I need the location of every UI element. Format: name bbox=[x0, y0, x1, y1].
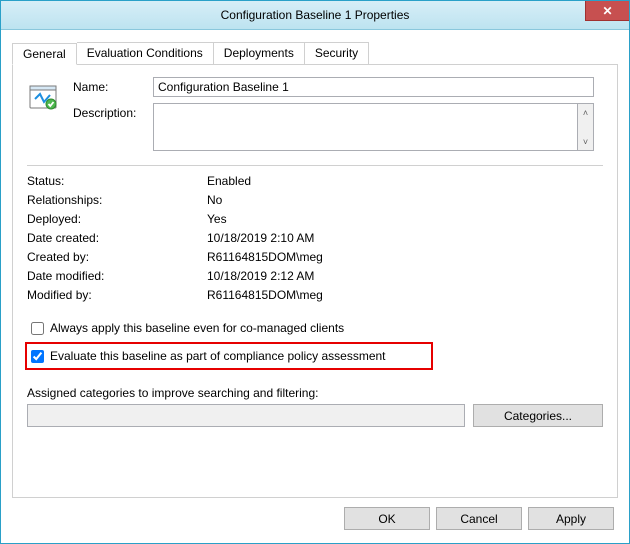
info-grid: Status: Enabled Relationships: No Deploy… bbox=[27, 174, 603, 302]
date-modified-value: 10/18/2019 2:12 AM bbox=[207, 269, 603, 283]
evaluate-compliance-row: Evaluate this baseline as part of compli… bbox=[27, 346, 427, 366]
close-button[interactable]: ✕ bbox=[585, 1, 629, 21]
window-title: Configuration Baseline 1 Properties bbox=[1, 8, 629, 22]
highlighted-option: Evaluate this baseline as part of compli… bbox=[25, 342, 433, 370]
evaluate-compliance-label: Evaluate this baseline as part of compli… bbox=[50, 349, 386, 363]
always-apply-label: Always apply this baseline even for co-m… bbox=[50, 321, 344, 335]
deployed-label: Deployed: bbox=[27, 212, 207, 226]
tab-deployments[interactable]: Deployments bbox=[214, 42, 305, 64]
status-label: Status: bbox=[27, 174, 207, 188]
deployed-value: Yes bbox=[207, 212, 603, 226]
created-by-value: R61164815DOM\meg bbox=[207, 250, 603, 264]
tab-general[interactable]: General bbox=[12, 43, 77, 65]
date-created-value: 10/18/2019 2:10 AM bbox=[207, 231, 603, 245]
modified-by-value: R61164815DOM\meg bbox=[207, 288, 603, 302]
categories-label: Assigned categories to improve searching… bbox=[27, 386, 603, 400]
tabstrip: General Evaluation Conditions Deployment… bbox=[12, 42, 618, 65]
description-textarea[interactable] bbox=[153, 103, 577, 151]
tab-panel-general: Name: Description: ˄ bbox=[12, 64, 618, 498]
name-input[interactable] bbox=[153, 77, 594, 97]
separator bbox=[27, 165, 603, 166]
apply-button[interactable]: Apply bbox=[528, 507, 614, 530]
baseline-icon bbox=[27, 81, 59, 113]
scroll-up-icon[interactable]: ˄ bbox=[578, 104, 593, 121]
close-icon: ✕ bbox=[602, 4, 612, 18]
description-label: Description: bbox=[73, 103, 153, 151]
always-apply-row: Always apply this baseline even for co-m… bbox=[27, 318, 603, 338]
categories-button[interactable]: Categories... bbox=[473, 404, 603, 427]
client-area: General Evaluation Conditions Deployment… bbox=[2, 30, 628, 542]
cancel-button[interactable]: Cancel bbox=[436, 507, 522, 530]
always-apply-checkbox[interactable] bbox=[31, 322, 44, 335]
modified-by-label: Modified by: bbox=[27, 288, 207, 302]
titlebar: Configuration Baseline 1 Properties ✕ bbox=[1, 1, 629, 30]
name-label: Name: bbox=[73, 77, 153, 97]
scroll-down-icon[interactable]: ˅ bbox=[578, 133, 593, 150]
dialog-window: Configuration Baseline 1 Properties ✕ Ge… bbox=[0, 0, 630, 544]
evaluate-compliance-checkbox[interactable] bbox=[31, 350, 44, 363]
date-modified-label: Date modified: bbox=[27, 269, 207, 283]
description-scrollbar[interactable]: ˄ ˅ bbox=[577, 103, 594, 151]
tab-evaluation-conditions[interactable]: Evaluation Conditions bbox=[77, 42, 214, 64]
relationships-label: Relationships: bbox=[27, 193, 207, 207]
ok-button[interactable]: OK bbox=[344, 507, 430, 530]
date-created-label: Date created: bbox=[27, 231, 207, 245]
created-by-label: Created by: bbox=[27, 250, 207, 264]
relationships-value: No bbox=[207, 193, 603, 207]
dialog-buttons: OK Cancel Apply bbox=[344, 507, 614, 530]
tab-security[interactable]: Security bbox=[305, 42, 369, 64]
categories-field bbox=[27, 404, 465, 427]
status-value: Enabled bbox=[207, 174, 603, 188]
